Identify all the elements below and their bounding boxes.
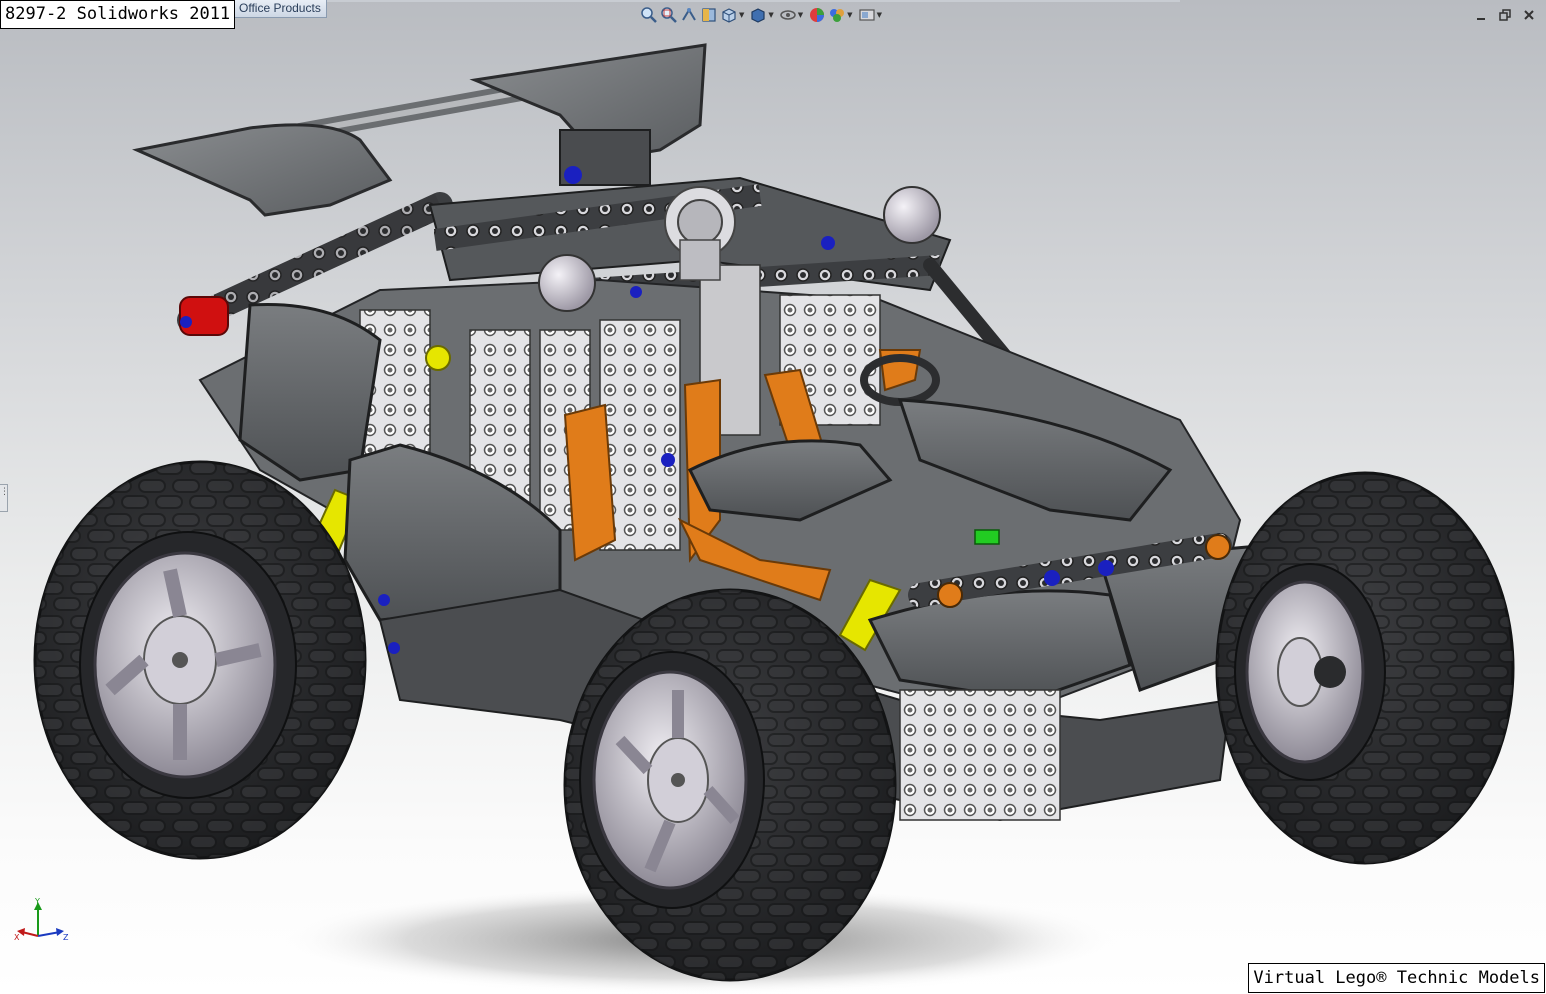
zoom-to-fit-icon[interactable] [640, 5, 658, 25]
chevron-down-icon[interactable]: ▼ [847, 11, 852, 19]
coordinate-triad: Y Z X [14, 897, 69, 942]
document-title: 8297-2 Solidworks 2011 [0, 0, 236, 29]
display-style-icon[interactable]: ▼ [749, 5, 776, 25]
triad-y-label: Y [34, 897, 40, 906]
window-controls [1472, 6, 1538, 24]
restore-icon[interactable] [1496, 6, 1514, 24]
view-orientation-icon[interactable]: ▼ [720, 5, 747, 25]
previous-view-icon[interactable] [680, 5, 698, 25]
close-icon[interactable] [1520, 6, 1538, 24]
apply-scene-icon[interactable]: ▼ [828, 5, 855, 25]
edit-appearance-icon[interactable] [808, 5, 826, 25]
minimize-icon[interactable] [1472, 6, 1490, 24]
section-view-icon[interactable] [700, 5, 718, 25]
heads-up-view-toolbar: ▼ ▼ ▼ ▼ ▼ [640, 5, 885, 25]
chevron-down-icon[interactable]: ▼ [739, 11, 744, 19]
triad-z-label: Z [63, 933, 69, 942]
hide-show-items-icon[interactable]: ▼ [779, 5, 806, 25]
feature-manager-expand-handle[interactable]: ⋮ [0, 484, 9, 512]
chevron-down-icon[interactable]: ▼ [768, 11, 773, 19]
view-settings-icon[interactable]: ▼ [858, 5, 885, 25]
triad-x-label: X [14, 933, 20, 942]
chevron-down-icon[interactable]: ▼ [798, 11, 803, 19]
assembly-model-render[interactable] [0, 0, 1546, 994]
watermark-label: Virtual Lego® Technic Models [1248, 963, 1545, 993]
graphics-area[interactable]: e Office Products [0, 0, 1546, 994]
zoom-to-area-icon[interactable] [660, 5, 678, 25]
chevron-down-icon[interactable]: ▼ [877, 11, 882, 19]
